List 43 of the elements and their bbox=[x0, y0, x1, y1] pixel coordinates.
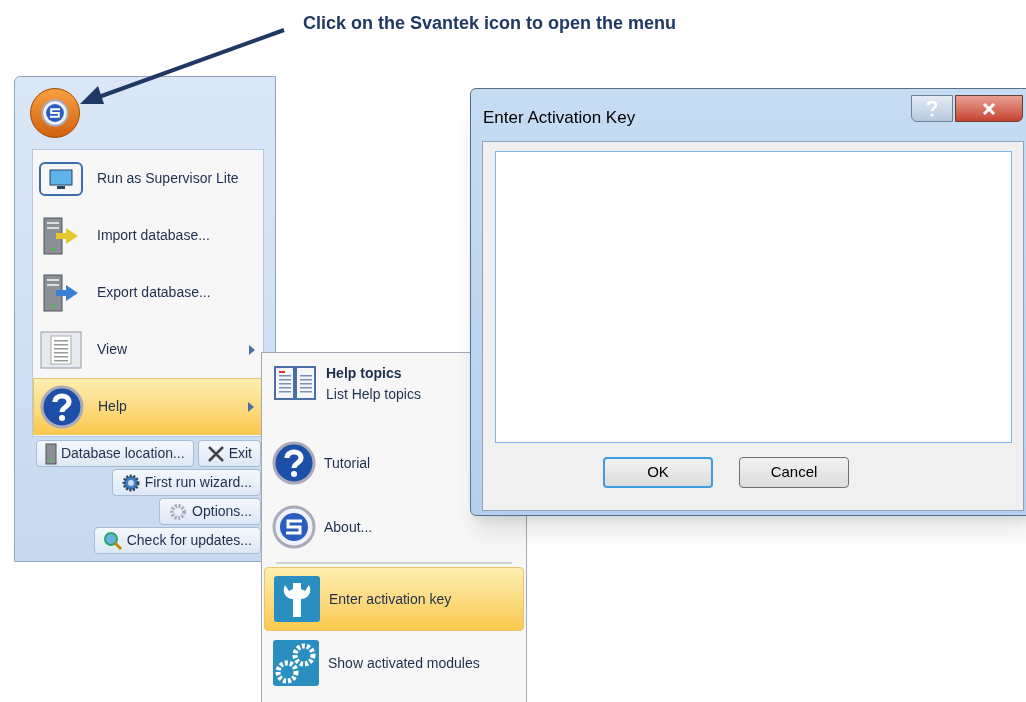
item-description: List Help topics bbox=[326, 385, 421, 404]
footer-button[interactable]: Options... bbox=[159, 498, 261, 525]
submenu-arrow-icon bbox=[249, 344, 255, 355]
item-title: Help topics bbox=[326, 364, 403, 383]
settings-icon bbox=[168, 501, 189, 522]
help-icon bbox=[927, 100, 937, 117]
footer-button[interactable]: Exit bbox=[197, 440, 261, 467]
logo-icon bbox=[272, 505, 316, 549]
submenu-item[interactable]: Enter activation key bbox=[264, 567, 524, 631]
menu-item[interactable]: Export database... bbox=[33, 264, 263, 321]
submenu-arrow-icon bbox=[248, 401, 254, 412]
close-icon bbox=[982, 102, 996, 115]
footer-button[interactable]: Check for updates... bbox=[93, 527, 261, 554]
activation-key-field[interactable] bbox=[494, 151, 1012, 443]
menu-item[interactable]: Import database... bbox=[33, 207, 263, 264]
close-button[interactable] bbox=[955, 95, 1023, 122]
footer-button[interactable]: First run wizard... bbox=[111, 469, 261, 496]
book-icon bbox=[272, 363, 318, 403]
document-icon bbox=[39, 329, 83, 370]
svantek-menu-button[interactable] bbox=[30, 88, 80, 138]
help-icon bbox=[272, 441, 316, 485]
server-icon bbox=[44, 442, 57, 465]
footer-button[interactable]: Database location... bbox=[35, 440, 194, 467]
menu-item[interactable]: Help bbox=[33, 378, 263, 435]
submenu-item[interactable]: About... bbox=[264, 495, 524, 559]
dialog-button[interactable]: OK bbox=[603, 457, 713, 488]
gear-icon bbox=[120, 472, 141, 493]
submenu-item[interactable]: Show activated modules bbox=[264, 631, 524, 695]
help-button[interactable] bbox=[911, 95, 953, 122]
close-icon bbox=[206, 444, 225, 463]
gears-icon bbox=[272, 639, 320, 687]
menu-item[interactable]: View bbox=[33, 321, 263, 378]
menu-item[interactable]: Run as Supervisor Lite bbox=[33, 150, 263, 207]
help-icon bbox=[40, 384, 84, 429]
monitor-icon bbox=[38, 160, 84, 197]
annotation-text: Click on the Svantek icon to open the menu bbox=[303, 12, 677, 35]
submenu-item[interactable]: Tutorial bbox=[264, 431, 524, 495]
logo-icon bbox=[41, 99, 69, 127]
wrench-icon bbox=[273, 575, 321, 623]
submenu-item[interactable]: Help topics List Help topics bbox=[264, 359, 524, 431]
dialog-title: Enter Activation Key bbox=[483, 107, 636, 129]
magnifier-icon bbox=[102, 530, 123, 551]
dialog-button[interactable]: Cancel bbox=[739, 457, 849, 488]
